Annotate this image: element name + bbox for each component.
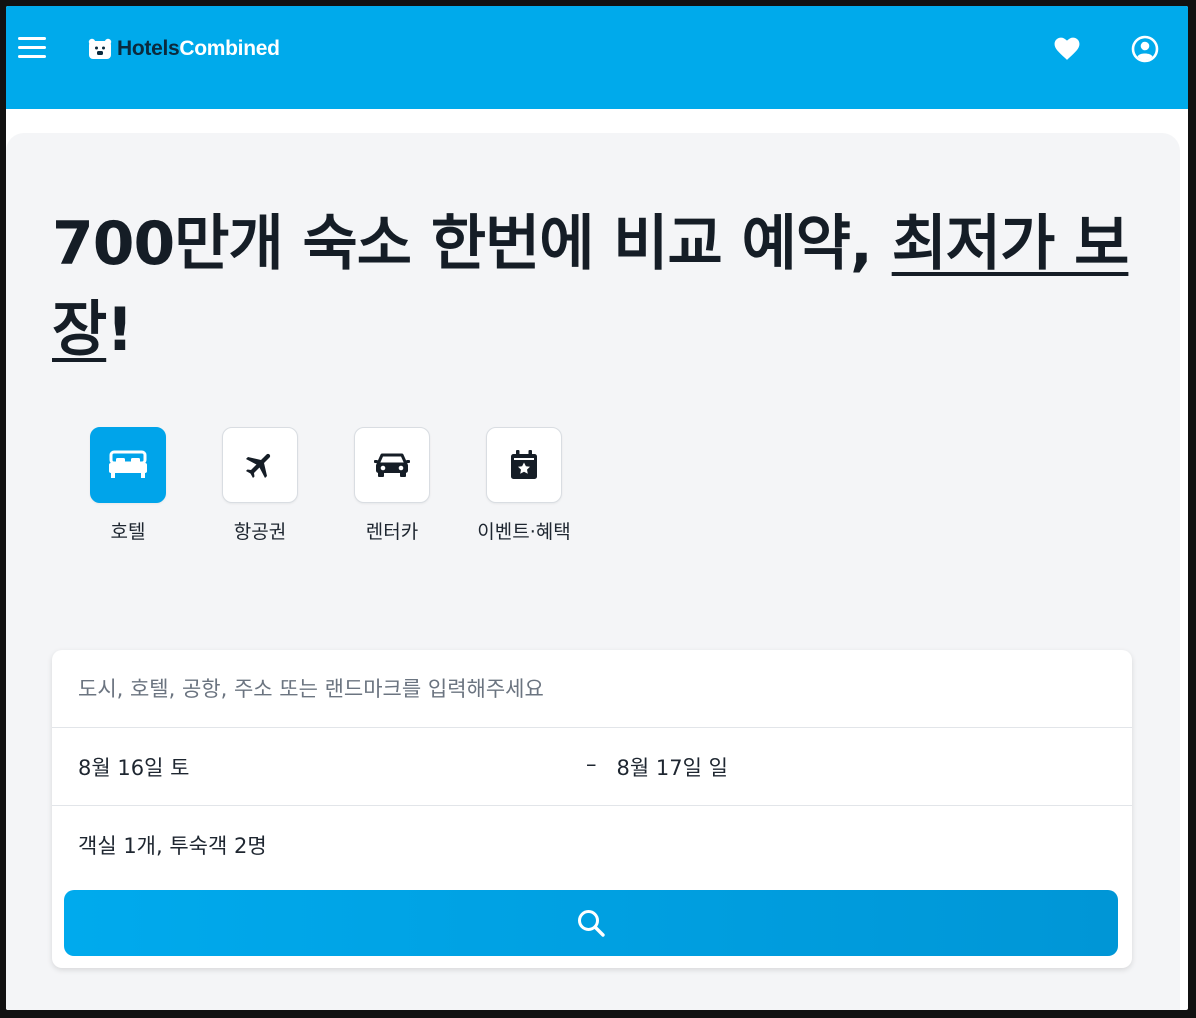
brand-logo[interactable]: HotelsCombined bbox=[88, 34, 280, 64]
search-button[interactable] bbox=[64, 890, 1118, 956]
destination-input[interactable] bbox=[78, 650, 1132, 727]
dates-row[interactable]: 8월 16일 토 – 8월 17일 일 bbox=[52, 728, 1132, 806]
user-icon bbox=[1131, 35, 1159, 63]
tab-cars-box[interactable] bbox=[354, 427, 430, 503]
title-main: 700만개 숙소 한번에 비교 예약, bbox=[52, 209, 892, 279]
tab-hotels-label: 호텔 bbox=[110, 521, 146, 543]
bed-icon bbox=[109, 450, 147, 478]
tab-cars-label: 렌터카 bbox=[365, 521, 419, 543]
checkout-date[interactable]: 8월 17일 일 bbox=[617, 752, 728, 782]
logo-text-combined: Combined bbox=[179, 37, 280, 60]
favorites-button[interactable] bbox=[1052, 34, 1082, 64]
tab-cars[interactable]: 렌터카 bbox=[326, 427, 458, 544]
tab-flights-box[interactable] bbox=[222, 427, 298, 503]
tab-events-label: 이벤트·혜택 bbox=[477, 521, 571, 543]
guests-row[interactable]: 객실 1개, 투숙객 2명 bbox=[52, 806, 1132, 884]
tab-hotels[interactable]: 호텔 bbox=[62, 427, 194, 544]
logo-text-hotels: Hotels bbox=[117, 37, 180, 60]
date-separator: – bbox=[586, 751, 597, 776]
search-icon bbox=[578, 910, 605, 937]
account-button[interactable] bbox=[1130, 34, 1160, 64]
bear-logo-icon bbox=[88, 38, 112, 59]
airplane-icon bbox=[245, 453, 271, 479]
calendar-star-icon bbox=[511, 450, 537, 479]
title-exclaim: ! bbox=[106, 295, 133, 365]
top-header: HotelsCombined bbox=[6, 6, 1188, 109]
car-icon bbox=[374, 453, 410, 477]
destination-row[interactable] bbox=[52, 650, 1132, 728]
tab-hotels-box[interactable] bbox=[90, 427, 166, 503]
checkin-date[interactable]: 8월 16일 토 bbox=[78, 752, 189, 782]
hamburger-icon[interactable] bbox=[18, 37, 46, 59]
search-form: 8월 16일 토 – 8월 17일 일 객실 1개, 투숙객 2명 bbox=[52, 650, 1132, 968]
heart-icon bbox=[1054, 37, 1080, 60]
tab-events-box[interactable] bbox=[486, 427, 562, 503]
tab-events[interactable]: 이벤트·혜택 bbox=[458, 427, 590, 544]
tab-flights[interactable]: 항공권 bbox=[194, 427, 326, 544]
page-title: 700만개 숙소 한번에 비교 예약, 최저가 보장! bbox=[52, 201, 1152, 373]
guests-selector[interactable]: 객실 1개, 투숙객 2명 bbox=[78, 830, 267, 860]
vertical-tabs: 호텔 항공권 렌터카 이벤트·혜택 bbox=[62, 427, 590, 544]
tab-flights-label: 항공권 bbox=[233, 521, 287, 543]
page-frame: HotelsCombined 700만개 숙소 한번에 비교 예약, 최저가 보… bbox=[6, 6, 1188, 1010]
